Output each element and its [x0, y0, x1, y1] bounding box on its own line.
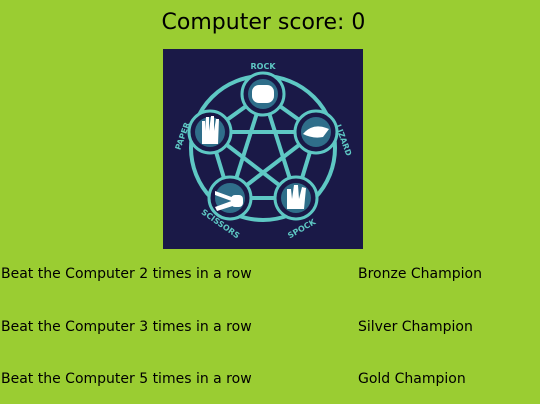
rpsls-svg: ROCK LIZARD SPOCK SCISSORS PAPER: [173, 62, 353, 241]
achievement-description: Beat the Computer 2 times in a row: [1, 266, 252, 282]
lizard-node: [293, 109, 339, 155]
achievement-row: Beat the Computer 3 times in a row Silve…: [0, 319, 540, 339]
rock-node: [240, 71, 286, 117]
achievement-title: Bronze Champion: [358, 266, 482, 282]
spock-node: [273, 175, 319, 221]
label-spock: SPOCK: [286, 217, 318, 240]
rock-paper-scissors-lizard-spock-diagram: ROCK LIZARD SPOCK SCISSORS PAPER: [163, 49, 363, 249]
fist-icon: [252, 85, 274, 103]
achievement-description: Beat the Computer 5 times in a row: [1, 371, 252, 387]
computer-score: Computer score: 0: [161, 10, 366, 35]
achievement-title: Gold Champion: [358, 371, 466, 387]
paper-node: [187, 109, 233, 155]
label-rock: ROCK: [250, 62, 276, 71]
scissors-node: [207, 175, 253, 221]
achievement-description: Beat the Computer 3 times in a row: [1, 319, 252, 335]
achievement-row: Beat the Computer 5 times in a row Gold …: [0, 371, 540, 391]
achievement-title: Silver Champion: [358, 319, 473, 335]
achievement-row: Beat the Computer 2 times in a row Bronz…: [0, 266, 540, 286]
